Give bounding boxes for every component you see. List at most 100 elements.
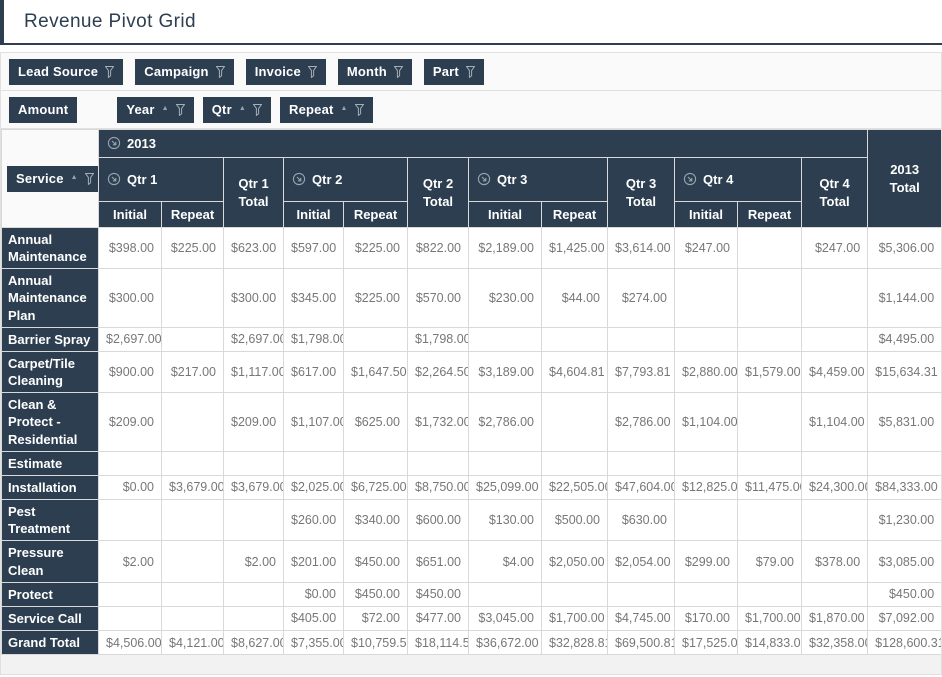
data-cell: $72.00 [343, 605, 408, 631]
column-header-repeat: Repeat [343, 201, 408, 228]
data-cell: $7,092.00 [867, 605, 941, 631]
data-cell: $2,025.00 [283, 474, 344, 501]
data-cell [737, 392, 802, 452]
filter-icon[interactable] [104, 65, 115, 78]
data-cell: $450.00 [343, 540, 408, 583]
title-accent-bar [0, 0, 4, 43]
data-cell [541, 326, 608, 352]
row-header: Pressure Clean [1, 540, 99, 583]
data-cell: $2.00 [98, 540, 162, 583]
data-cell: $1,647.50 [343, 350, 408, 394]
data-cell: $12,825.00 [674, 474, 738, 501]
field-button-lead-source[interactable]: Lead Source [9, 58, 124, 85]
column-header-repeat: Repeat [541, 201, 608, 228]
pivot-row: Service Call $405.00 $72.00 $477.00 $3,045.0… [1, 605, 941, 631]
column-header-qtr3-total: Qtr 3 Total [607, 157, 675, 228]
filter-icon[interactable] [307, 65, 318, 78]
data-cell [674, 326, 738, 352]
field-button-service[interactable]: Service ▲ [7, 165, 98, 192]
data-cell: $1,870.00 [800, 605, 869, 631]
data-cell: $17,525.00 [674, 629, 738, 656]
pivot-row: Protect $0.00 $450.00 $450.00 $450.00 [1, 581, 941, 607]
data-cell: $1,144.00 [867, 268, 941, 328]
collapse-icon[interactable] [683, 172, 697, 186]
pivot-row: Barrier Spray $2,697.00 $2,697.00 $1,798.00… [1, 326, 941, 352]
collapse-icon[interactable] [477, 172, 491, 186]
data-cell: $300.00 [98, 268, 162, 328]
column-header-repeat: Repeat [161, 201, 224, 228]
field-button-repeat[interactable]: Repeat ▲ [279, 96, 373, 123]
data-cell [407, 450, 469, 476]
filter-icon[interactable] [215, 65, 226, 78]
data-cell: $3,679.00 [223, 474, 284, 501]
field-label: Service [16, 171, 64, 186]
filter-icon[interactable] [175, 103, 186, 116]
field-button-qtr[interactable]: Qtr ▲ [202, 96, 271, 123]
data-cell [800, 326, 869, 352]
row-area-corner: Service ▲ [1, 129, 99, 228]
filter-icon[interactable] [84, 172, 95, 185]
collapse-icon[interactable] [107, 172, 121, 186]
data-cell: $22,505.00 [541, 474, 608, 501]
field-button-campaign[interactable]: Campaign [135, 58, 234, 85]
data-cell: $5,831.00 [867, 392, 941, 452]
data-cell: $247.00 [800, 226, 869, 270]
column-header-qtr2-total: Qtr 2 Total [407, 157, 469, 228]
field-button-month[interactable]: Month [337, 58, 412, 85]
row-header: Protect [1, 581, 99, 607]
collapse-icon[interactable] [292, 172, 306, 186]
data-cell [800, 499, 869, 542]
data-cell: $274.00 [607, 268, 675, 328]
data-cell [800, 581, 869, 607]
pivot-row: Pressure Clean $2.00 $2.00 $201.00 $450.00 $6… [1, 540, 941, 583]
data-cell: $4,121.00 [161, 629, 224, 656]
filter-fields-area: Lead Source Campaign Invoice Month Part [1, 53, 941, 91]
pivot-row: Pest Treatment $260.00 $340.00 $600.00 $130.… [1, 499, 941, 542]
field-button-part[interactable]: Part [423, 58, 484, 85]
column-header-initial: Initial [98, 201, 162, 228]
field-button-year[interactable]: Year ▲ [117, 96, 194, 123]
data-cell [541, 392, 608, 452]
filter-icon[interactable] [354, 103, 365, 116]
field-label: Lead Source [18, 64, 99, 79]
data-cell: $623.00 [223, 226, 284, 270]
row-header: Pest Treatment [1, 499, 99, 542]
data-cell: $44.00 [541, 268, 608, 328]
data-cell: $6,725.00 [343, 474, 408, 501]
field-button-invoice[interactable]: Invoice [245, 58, 326, 85]
filter-icon[interactable] [252, 103, 263, 116]
data-cell: $4,495.00 [867, 326, 941, 352]
pivot-row: Annual Maintenance Plan $300.00 $300.00 $34… [1, 268, 941, 328]
row-header: Installation [1, 474, 99, 501]
column-header-2013-total: 2013 Total [867, 129, 941, 228]
data-cell: $7,793.81 [607, 350, 675, 394]
row-header: Carpet/Tile Cleaning [1, 350, 99, 394]
data-cell [737, 268, 802, 328]
data-cell [98, 450, 162, 476]
data-cell [223, 605, 284, 631]
field-label: Repeat [288, 102, 334, 117]
data-cell: $1,579.00 [737, 350, 802, 394]
field-label: Invoice [254, 64, 301, 79]
column-header-qtr1-total: Qtr 1 Total [223, 157, 284, 228]
data-cell: $2,697.00 [223, 326, 284, 352]
data-cell [674, 499, 738, 542]
field-button-amount[interactable]: Amount [9, 96, 78, 123]
filter-icon[interactable] [393, 65, 404, 78]
data-cell: $600.00 [407, 499, 469, 542]
column-header-repeat: Repeat [737, 201, 802, 228]
data-cell: $1,798.00 [283, 326, 344, 352]
data-cell: $8,750.00 [407, 474, 469, 501]
data-cell: $450.00 [407, 581, 469, 607]
field-label: Qtr [211, 102, 232, 117]
row-header: Annual Maintenance [1, 226, 99, 270]
data-cell: $405.00 [283, 605, 344, 631]
filter-icon[interactable] [465, 65, 476, 78]
collapse-icon[interactable] [107, 136, 121, 150]
row-header: Estimate [1, 450, 99, 476]
data-cell [737, 581, 802, 607]
column-header-qtr4-total: Qtr 4 Total [800, 157, 869, 228]
data-cell [607, 581, 675, 607]
data-cell: $2,697.00 [98, 326, 162, 352]
data-cell: $247.00 [674, 226, 738, 270]
